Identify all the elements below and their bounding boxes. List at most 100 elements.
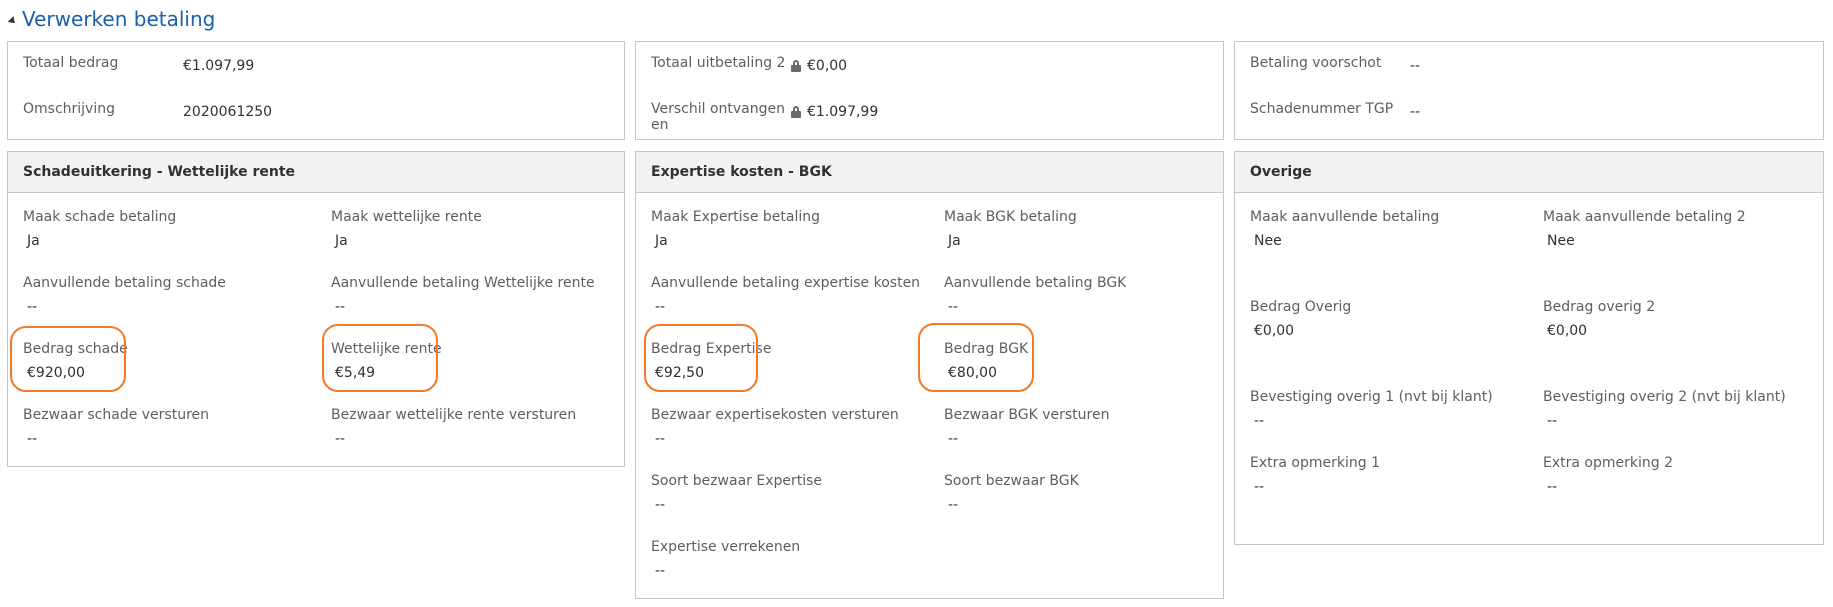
summary-card-uitbetaling: Totaal uitbetaling 2 €0,00 Verschil ontv… bbox=[635, 41, 1224, 140]
field-value: -- bbox=[948, 299, 959, 315]
field-value: Nee bbox=[1254, 233, 1282, 249]
field-label: Maak BGK betaling bbox=[944, 209, 1077, 225]
field-omschrijving: Omschrijving 2020061250 bbox=[23, 101, 272, 120]
field-soort-bezwaar-bgk[interactable]: Soort bezwaar BGK -- bbox=[944, 473, 1079, 513]
field-label: Expertise verrekenen bbox=[651, 539, 801, 555]
field-totaal-uitbetaling-2: Totaal uitbetaling 2 €0,00 bbox=[651, 55, 847, 74]
field-value: €1.097,99 bbox=[183, 58, 255, 74]
summary-card-voorschot: Betaling voorschot -- Schadenummer TGP -… bbox=[1234, 41, 1824, 140]
card-header: Schadeuitkering - Wettelijke rente bbox=[8, 152, 624, 193]
field-maak-aanvullende-betaling[interactable]: Maak aanvullende betaling Nee bbox=[1250, 209, 1439, 249]
field-label: Bezwaar expertisekosten versturen bbox=[651, 407, 899, 423]
field-bedrag-overig-2[interactable]: Bedrag overig 2 €0,00 bbox=[1543, 299, 1655, 339]
field-label: Soort bezwaar Expertise bbox=[651, 473, 823, 489]
field-label: Schadenummer TGP bbox=[1250, 101, 1394, 117]
field-label: Bedrag Overig bbox=[1250, 299, 1352, 315]
summary-card-totals: Totaal bedrag €1.097,99 Omschrijving 202… bbox=[7, 41, 625, 140]
field-label: Maak Expertise betaling bbox=[651, 209, 821, 225]
field-aanvullende-betaling-bgk[interactable]: Aanvullende betaling BGK -- bbox=[944, 275, 1126, 315]
field-betaling-voorschot: Betaling voorschot -- bbox=[1250, 55, 1420, 74]
field-value: €0,00 bbox=[807, 58, 848, 74]
field-bezwaar-expertisekosten-versturen[interactable]: Bezwaar expertisekosten versturen -- bbox=[651, 407, 899, 447]
field-bevestiging-overig-2[interactable]: Bevestiging overig 2 (nvt bij klant) -- bbox=[1543, 389, 1786, 429]
field-extra-opmerking-1[interactable]: Extra opmerking 1 -- bbox=[1250, 455, 1380, 495]
field-value: Ja bbox=[27, 233, 40, 249]
field-maak-aanvullende-betaling-2[interactable]: Maak aanvullende betaling 2 Nee bbox=[1543, 209, 1746, 249]
field-value: -- bbox=[655, 431, 666, 447]
field-totaal-bedrag: Totaal bedrag €1.097,99 bbox=[23, 55, 254, 74]
field-label: Maak aanvullende betaling bbox=[1250, 209, 1440, 225]
field-label: Verschil ontvangen en bbox=[651, 101, 785, 133]
field-value: 2020061250 bbox=[183, 104, 273, 120]
field-value-wrapper: €1.097,99 bbox=[791, 104, 878, 120]
field-label: Bezwaar wettelijke rente versturen bbox=[331, 407, 577, 423]
field-label: Extra opmerking 2 bbox=[1543, 455, 1673, 471]
field-value: Ja bbox=[335, 233, 348, 249]
field-value: -- bbox=[1410, 104, 1421, 120]
section-collapse-toggle[interactable]: Verwerken betaling bbox=[7, 5, 216, 33]
lock-icon bbox=[791, 106, 801, 118]
field-value: -- bbox=[948, 431, 959, 447]
field-label: Maak aanvullende betaling 2 bbox=[1543, 209, 1746, 225]
field-maak-wettelijke-rente[interactable]: Maak wettelijke rente Ja bbox=[331, 209, 482, 249]
field-label: Aanvullende betaling Wettelijke rente bbox=[331, 275, 595, 291]
field-value: -- bbox=[1547, 413, 1558, 429]
field-maak-schade-betaling[interactable]: Maak schade betaling Ja bbox=[23, 209, 176, 249]
field-expertise-verrekenen[interactable]: Expertise verrekenen -- bbox=[651, 539, 800, 579]
field-value: -- bbox=[27, 431, 38, 447]
field-label: Maak wettelijke rente bbox=[331, 209, 482, 225]
field-value: -- bbox=[335, 299, 346, 315]
highlight-wettelijke-rente bbox=[322, 324, 438, 392]
field-label: Omschrijving bbox=[23, 101, 115, 117]
field-value: Ja bbox=[655, 233, 668, 249]
field-value: €1.097,99 bbox=[807, 104, 879, 120]
field-value: €0,00 bbox=[1254, 323, 1295, 339]
field-aanvullende-betaling-wettelijke-rente[interactable]: Aanvullende betaling Wettelijke rente -- bbox=[331, 275, 595, 315]
field-extra-opmerking-2[interactable]: Extra opmerking 2 -- bbox=[1543, 455, 1673, 495]
card-header: Expertise kosten - BGK bbox=[636, 152, 1223, 193]
field-label: Aanvullende betaling schade bbox=[23, 275, 226, 291]
field-bezwaar-schade-versturen[interactable]: Bezwaar schade versturen -- bbox=[23, 407, 209, 447]
field-maak-bgk-betaling[interactable]: Maak BGK betaling Ja bbox=[944, 209, 1077, 249]
field-value: -- bbox=[655, 497, 666, 513]
field-label: Bezwaar BGK versturen bbox=[944, 407, 1110, 423]
field-value: -- bbox=[1547, 479, 1558, 495]
field-label: Bezwaar schade versturen bbox=[23, 407, 210, 423]
highlight-bedrag-schade bbox=[10, 326, 126, 392]
field-label: Totaal bedrag bbox=[23, 55, 119, 71]
field-bezwaar-wettelijke-rente-versturen[interactable]: Bezwaar wettelijke rente versturen -- bbox=[331, 407, 576, 447]
section-title: Verwerken betaling bbox=[22, 7, 216, 31]
field-label: Soort bezwaar BGK bbox=[944, 473, 1079, 489]
highlight-bedrag-bgk bbox=[918, 323, 1034, 392]
field-bedrag-overig[interactable]: Bedrag Overig €0,00 bbox=[1250, 299, 1351, 339]
field-value: -- bbox=[655, 563, 666, 579]
field-schadenummer-tgp: Schadenummer TGP -- bbox=[1250, 101, 1420, 120]
field-value: -- bbox=[1410, 58, 1421, 74]
field-label: Bedrag overig 2 bbox=[1543, 299, 1656, 315]
field-aanvullende-betaling-expertise-kosten[interactable]: Aanvullende betaling expertise kosten -- bbox=[651, 275, 920, 315]
field-label: Extra opmerking 1 bbox=[1250, 455, 1380, 471]
field-label: Aanvullende betaling expertise kosten bbox=[651, 275, 921, 291]
field-value: -- bbox=[335, 431, 346, 447]
field-label: Totaal uitbetaling 2 bbox=[651, 55, 786, 71]
field-value: -- bbox=[1254, 413, 1265, 429]
field-label: Maak schade betaling bbox=[23, 209, 177, 225]
field-value-wrapper: €0,00 bbox=[791, 58, 847, 74]
card-header: Overige bbox=[1235, 152, 1823, 193]
field-bevestiging-overig-1[interactable]: Bevestiging overig 1 (nvt bij klant) -- bbox=[1250, 389, 1493, 429]
field-label: Bevestiging overig 2 (nvt bij klant) bbox=[1543, 389, 1786, 405]
field-label: Betaling voorschot bbox=[1250, 55, 1382, 71]
field-bezwaar-bgk-versturen[interactable]: Bezwaar BGK versturen -- bbox=[944, 407, 1109, 447]
field-maak-expertise-betaling[interactable]: Maak Expertise betaling Ja bbox=[651, 209, 820, 249]
field-value: -- bbox=[1254, 479, 1265, 495]
field-value: -- bbox=[655, 299, 666, 315]
card-schadeuitkering: Schadeuitkering - Wettelijke rente Maak … bbox=[7, 151, 625, 467]
field-value: €0,00 bbox=[1547, 323, 1588, 339]
collapse-triangle-icon bbox=[7, 16, 18, 27]
field-verschil-ontvangen: Verschil ontvangen en €1.097,99 bbox=[651, 101, 878, 133]
field-label: Bevestiging overig 1 (nvt bij klant) bbox=[1250, 389, 1493, 405]
field-value: Nee bbox=[1547, 233, 1575, 249]
field-soort-bezwaar-expertise[interactable]: Soort bezwaar Expertise -- bbox=[651, 473, 822, 513]
field-aanvullende-betaling-schade[interactable]: Aanvullende betaling schade -- bbox=[23, 275, 226, 315]
card-overige: Overige Maak aanvullende betaling Nee Ma… bbox=[1234, 151, 1824, 545]
